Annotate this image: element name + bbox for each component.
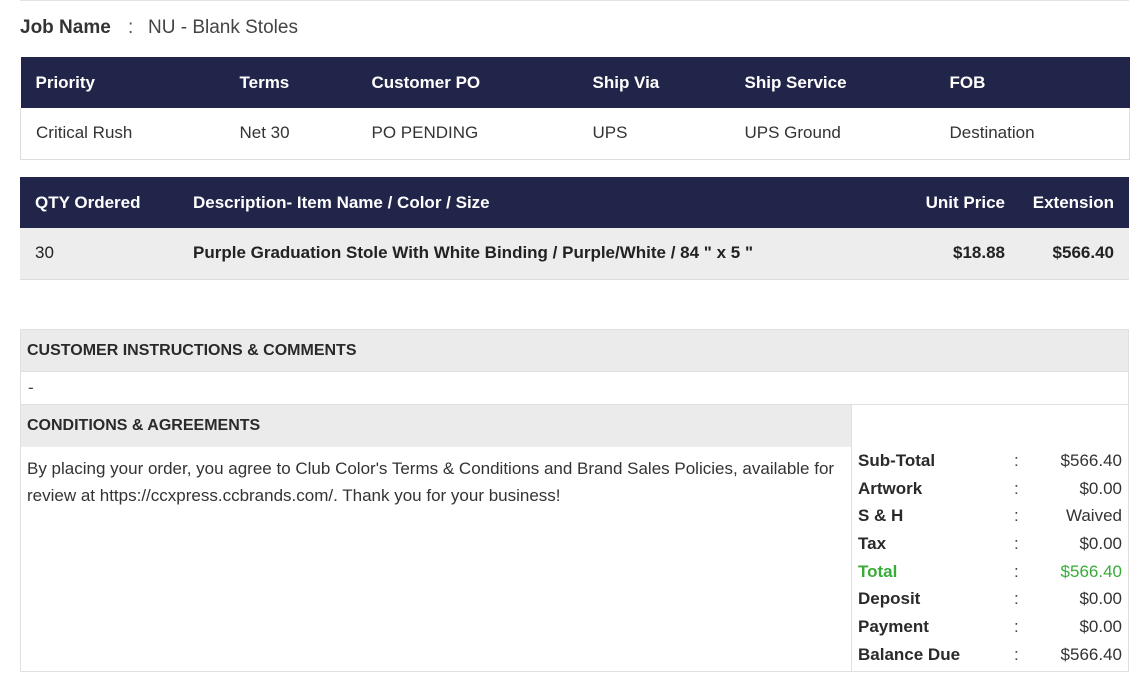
conditions-title: CONDITIONS & AGREEMENTS (21, 405, 851, 447)
subtotal-label: Sub-Total (858, 450, 936, 470)
tax-row: Tax : $0.00 (852, 530, 1128, 558)
order-info-header-row: Priority Terms Customer PO Ship Via Ship… (20, 57, 1130, 108)
total-row: Total : $566.40 (852, 558, 1128, 586)
conditions-section: CONDITIONS & AGREEMENTS By placing your … (20, 405, 852, 672)
payment-label: Payment (858, 616, 929, 636)
terms-value: Net 30 (224, 108, 357, 160)
tax-separator: : (1014, 533, 1019, 553)
unit-price-header: Unit Price (892, 177, 1020, 228)
subtotal-row: Sub-Total : $566.40 (852, 447, 1128, 475)
fob-header: FOB (934, 57, 1130, 108)
balance-due-row: Balance Due : $566.40 (852, 641, 1128, 669)
tax-value: $0.00 (1079, 533, 1122, 553)
qty-cell: 30 (20, 228, 178, 280)
artwork-row: Artwork : $0.00 (852, 475, 1128, 503)
priority-header: Priority (20, 57, 225, 108)
subtotal-separator: : (1014, 450, 1019, 470)
total-separator: : (1014, 561, 1019, 581)
customer-po-header: Customer PO (356, 57, 578, 108)
qty-header: QTY Ordered (20, 177, 178, 228)
deposit-separator: : (1014, 589, 1019, 609)
artwork-value: $0.00 (1079, 478, 1122, 498)
unit-price-cell: $18.88 (892, 228, 1020, 280)
artwork-label: Artwork (858, 478, 923, 498)
ship-service-value: UPS Ground (729, 108, 935, 160)
order-info-table: Priority Terms Customer PO Ship Via Ship… (20, 57, 1130, 160)
payment-separator: : (1014, 616, 1019, 636)
total-label: Total (858, 561, 898, 581)
job-name-label: Job Name (20, 17, 111, 38)
shipping-handling-value: Waived (1065, 506, 1122, 526)
line-items-table: QTY Ordered Description- Item Name / Col… (20, 177, 1129, 280)
deposit-value: $0.00 (1079, 589, 1122, 609)
deposit-row: Deposit : $0.00 (852, 585, 1128, 613)
balance-due-value: $566.40 (1060, 644, 1122, 664)
customer-po-value: PO PENDING (356, 108, 578, 160)
fob-value: Destination (934, 108, 1130, 160)
ship-service-header: Ship Service (729, 57, 935, 108)
shipping-handling-separator: : (1014, 506, 1019, 526)
ship-via-value: UPS (577, 108, 730, 160)
order-info-row: Critical Rush Net 30 PO PENDING UPS UPS … (20, 108, 1130, 160)
instructions-title: CUSTOMER INSTRUCTIONS & COMMENTS (20, 329, 1129, 371)
job-name-value: NU - Blank Stoles (148, 17, 298, 38)
tax-label: Tax (858, 533, 887, 553)
payment-row: Payment : $0.00 (852, 613, 1128, 641)
payment-value: $0.00 (1079, 616, 1122, 636)
conditions-text: By placing your order, you agree to Club… (27, 459, 835, 505)
table-row: 30 Purple Graduation Stole With White Bi… (20, 228, 1129, 280)
top-divider (20, 0, 1129, 1)
priority-value: Critical Rush (20, 108, 225, 160)
extension-cell: $566.40 (1020, 228, 1129, 280)
ship-via-header: Ship Via (577, 57, 730, 108)
total-value: $566.40 (1060, 561, 1122, 581)
instructions-text: - (20, 371, 1129, 405)
terms-header: Terms (224, 57, 357, 108)
subtotal-value: $566.40 (1060, 450, 1122, 470)
description-cell: Purple Graduation Stole With White Bindi… (178, 228, 892, 280)
shipping-handling-label: S & H (858, 506, 904, 526)
balance-due-label: Balance Due (858, 644, 961, 664)
deposit-label: Deposit (858, 589, 921, 609)
totals-summary: Sub-Total : $566.40 Artwork : $0.00 S & … (852, 405, 1129, 672)
line-items-header-row: QTY Ordered Description- Item Name / Col… (20, 177, 1129, 228)
job-name-row: Job Name : NU - Blank Stoles (20, 14, 298, 42)
job-name-separator: : (128, 17, 134, 38)
description-header: Description- Item Name / Color / Size (178, 177, 892, 228)
balance-due-separator: : (1014, 644, 1019, 664)
extension-header: Extension (1020, 177, 1129, 228)
artwork-separator: : (1014, 478, 1019, 498)
shipping-handling-row: S & H : Waived (852, 502, 1128, 530)
